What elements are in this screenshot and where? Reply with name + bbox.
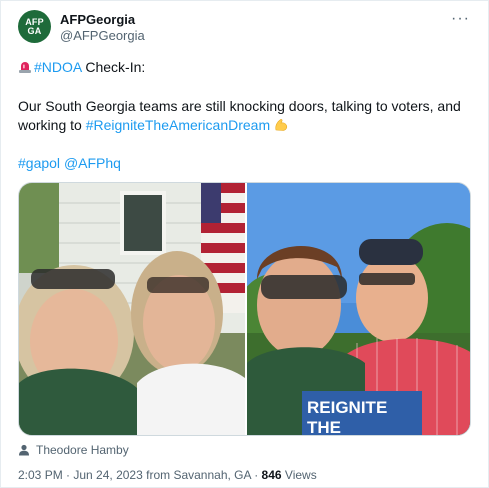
photo-right[interactable]: REIGNITE THE (247, 183, 470, 436)
tweet-meta: 2:03 PM · Jun 24, 2023 from Savannah, GA… (18, 468, 317, 482)
avatar-text-bottom: GA (27, 25, 42, 36)
banner-text-1: REIGNITE (307, 398, 387, 417)
tweet-line-1-text: Check-In: (81, 59, 146, 75)
mention-afphq[interactable]: @AFPhq (64, 155, 121, 171)
account-name[interactable]: AFPGeorgia (60, 12, 135, 27)
tweet-date[interactable]: Jun 24, 2023 (73, 468, 142, 482)
tweet-line-3: working to #ReigniteTheAmericanDream (18, 116, 289, 134)
tweet-media[interactable]: REIGNITE THE (18, 182, 471, 436)
person-icon (19, 444, 29, 456)
hashtag-ndoa[interactable]: #NDOA (34, 59, 81, 75)
more-options-icon[interactable]: ··· (451, 10, 470, 28)
flexed-biceps-icon (275, 119, 288, 131)
account-handle[interactable]: @AFPGeorgia (60, 28, 145, 43)
tweet-line-3-text: working to (18, 117, 86, 133)
hashtag-reignite[interactable]: #ReigniteTheAmericanDream (86, 117, 270, 133)
tweet-line-4: #gapol @AFPhq (18, 154, 121, 172)
tweet-time[interactable]: 2:03 PM (18, 468, 63, 482)
rotating-light-icon (19, 62, 31, 73)
tagged-user-name[interactable]: Theodore Hamby (36, 443, 129, 457)
tagged-user[interactable]: Theodore Hamby (18, 443, 129, 457)
tweet-line-1: #NDOA Check-In: (18, 58, 145, 76)
views-label: Views (284, 468, 317, 482)
tweet-line-2: Our South Georgia teams are still knocki… (18, 98, 461, 114)
views-count: 846 (261, 468, 282, 482)
hashtag-gapol[interactable]: #gapol (18, 155, 60, 171)
banner-text-2: THE (307, 418, 341, 436)
photo-left[interactable] (19, 183, 245, 435)
avatar[interactable]: AFP GA (18, 10, 51, 43)
tweet-card: AFP GA AFPGeorgia @AFPGeorgia ··· #NDOA … (0, 0, 489, 488)
tweet-location: from Savannah, GA (146, 468, 251, 482)
